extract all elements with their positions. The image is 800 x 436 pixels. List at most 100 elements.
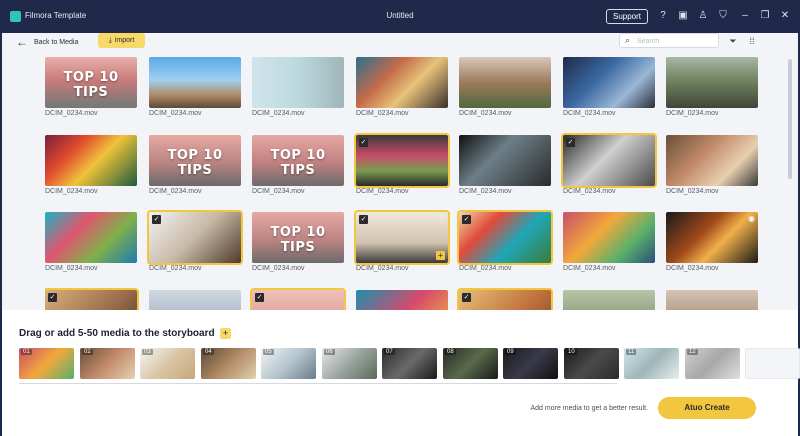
favorite-icon[interactable]: ♡ xyxy=(438,214,445,223)
media-item[interactable]: ✓ xyxy=(252,290,344,311)
media-thumbnail[interactable] xyxy=(356,57,448,108)
media-thumbnail[interactable]: ✓ xyxy=(459,290,551,311)
media-thumbnail[interactable] xyxy=(252,57,344,108)
media-item[interactable]: TOP 10 TIPS DCIM_0234.mov xyxy=(149,135,241,201)
help-icon[interactable]: ? xyxy=(656,9,670,23)
check-icon[interactable]: ✓ xyxy=(462,293,471,302)
import-label: import xyxy=(114,37,135,44)
storyboard-empty-slot[interactable] xyxy=(745,348,800,379)
storyboard-slot[interactable]: 09 xyxy=(503,348,558,379)
media-thumbnail[interactable]: TOP 10 TIPS xyxy=(252,212,344,263)
shirt-icon[interactable]: ⛉ xyxy=(716,9,730,23)
filter-icon[interactable]: ⏷ xyxy=(726,34,740,48)
media-filename: DCIM_0234.mov xyxy=(252,265,305,272)
media-thumbnail[interactable]: ✓ xyxy=(356,135,448,186)
media-thumbnail[interactable] xyxy=(563,57,655,108)
media-item[interactable]: ✓ xyxy=(459,290,551,311)
media-thumbnail[interactable] xyxy=(666,290,758,311)
media-thumbnail[interactable]: ✓ ♡ + xyxy=(356,212,448,263)
add-media-icon[interactable]: + xyxy=(220,328,231,339)
media-item[interactable] xyxy=(149,290,241,311)
close-icon[interactable]: ✕ xyxy=(778,9,792,23)
storyboard-slot[interactable]: 01 xyxy=(19,348,74,379)
view-toggle-icon[interactable]: ⁞⁞ xyxy=(745,34,759,48)
media-item[interactable]: DCIM_0234.mov xyxy=(459,135,551,201)
restore-icon[interactable]: ❐ xyxy=(758,9,772,23)
media-thumbnail[interactable] xyxy=(45,212,137,263)
search-box: ⌕ xyxy=(619,33,719,48)
media-item[interactable] xyxy=(356,290,448,311)
media-item[interactable]: ✓ DCIM_0234.mov xyxy=(563,135,655,201)
check-icon[interactable]: ✓ xyxy=(48,293,57,302)
back-to-media-button[interactable]: ← Back to Media xyxy=(16,34,78,50)
media-thumbnail[interactable] xyxy=(666,135,758,186)
check-icon[interactable]: ✓ xyxy=(255,293,264,302)
storyboard-slot[interactable]: 07 xyxy=(382,348,437,379)
media-item[interactable]: DCIM_0234.mov xyxy=(45,135,137,201)
media-item[interactable]: TOP 10 TIPS DCIM_0234.mov xyxy=(252,135,344,201)
select-circle-icon[interactable]: ◉ xyxy=(748,214,755,223)
check-icon[interactable]: ✓ xyxy=(359,215,368,224)
media-thumbnail[interactable] xyxy=(149,57,241,108)
media-thumbnail[interactable] xyxy=(563,290,655,311)
import-button[interactable]: ⤓ import xyxy=(98,33,145,48)
media-thumbnail[interactable]: ✓ xyxy=(149,212,241,263)
media-thumbnail[interactable] xyxy=(563,212,655,263)
search-input[interactable] xyxy=(637,36,715,46)
media-item[interactable]: DCIM_0234.mov xyxy=(149,57,241,123)
user-icon[interactable]: ♙ xyxy=(696,9,710,23)
media-item[interactable]: DCIM_0234.mov xyxy=(563,57,655,123)
media-item[interactable]: ✓ ♡ + DCIM_0234.mov xyxy=(356,212,448,278)
media-thumbnail[interactable]: ✓ xyxy=(45,290,137,311)
media-item[interactable]: DCIM_0234.mov xyxy=(356,57,448,123)
media-item[interactable] xyxy=(563,290,655,311)
save-icon[interactable]: ▣ xyxy=(676,9,690,23)
media-thumbnail[interactable]: ✓ xyxy=(563,135,655,186)
media-thumbnail[interactable] xyxy=(45,135,137,186)
media-thumbnail[interactable] xyxy=(149,290,241,311)
media-thumbnail[interactable]: ✓ xyxy=(252,290,344,311)
media-thumbnail[interactable] xyxy=(459,135,551,186)
media-thumbnail[interactable] xyxy=(356,290,448,311)
check-icon[interactable]: ✓ xyxy=(566,138,575,147)
media-item[interactable]: ✓ xyxy=(45,290,137,311)
media-item[interactable]: ✓ DCIM_0234.mov xyxy=(149,212,241,278)
media-item[interactable]: DCIM_0234.mov xyxy=(666,135,758,201)
media-item[interactable]: DCIM_0234.mov xyxy=(45,212,137,278)
media-thumbnail[interactable]: ◉ xyxy=(666,212,758,263)
storyboard-slot[interactable]: 08 xyxy=(443,348,498,379)
media-item[interactable]: TOP 10 TIPS DCIM_0234.mov xyxy=(252,212,344,278)
slot-number: 09 xyxy=(505,349,516,355)
media-item[interactable]: DCIM_0234.mov xyxy=(666,57,758,123)
media-item[interactable]: ◉ DCIM_0234.mov xyxy=(666,212,758,278)
minimize-icon[interactable]: – xyxy=(738,9,752,23)
storyboard-slot[interactable]: 05 xyxy=(261,348,316,379)
add-to-storyboard-icon[interactable]: + xyxy=(436,251,445,260)
media-thumbnail[interactable]: TOP 10 TIPS xyxy=(149,135,241,186)
media-item[interactable]: ✓ DCIM_0234.mov xyxy=(356,135,448,201)
storyboard-slot[interactable]: 04 xyxy=(201,348,256,379)
scrollbar[interactable] xyxy=(788,59,792,179)
media-thumbnail[interactable] xyxy=(459,57,551,108)
storyboard-slot[interactable]: 10 xyxy=(564,348,619,379)
media-item[interactable]: DCIM_0234.mov xyxy=(459,57,551,123)
media-thumbnail[interactable]: ✓ xyxy=(459,212,551,263)
media-thumbnail[interactable]: TOP 10 TIPS xyxy=(252,135,344,186)
media-item[interactable]: DCIM_0234.mov xyxy=(252,57,344,123)
check-icon[interactable]: ✓ xyxy=(359,138,368,147)
storyboard-slot[interactable]: 11 xyxy=(624,348,679,379)
auto-create-button[interactable]: Atuo Create xyxy=(658,397,756,419)
check-icon[interactable]: ✓ xyxy=(462,215,471,224)
media-item[interactable]: TOP 10 TIPS DCIM_0234.mov xyxy=(45,57,137,123)
media-item[interactable]: ✓ DCIM_0234.mov xyxy=(459,212,551,278)
storyboard-slot[interactable]: 02 xyxy=(80,348,135,379)
media-thumbnail[interactable] xyxy=(666,57,758,108)
check-icon[interactable]: ✓ xyxy=(152,215,161,224)
storyboard-slot[interactable]: 12 xyxy=(685,348,740,379)
storyboard-slot[interactable]: 03 xyxy=(140,348,195,379)
media-item[interactable]: DCIM_0234.mov xyxy=(563,212,655,278)
media-item[interactable] xyxy=(666,290,758,311)
storyboard-slot[interactable]: 06 xyxy=(322,348,377,379)
media-thumbnail[interactable]: TOP 10 TIPS xyxy=(45,57,137,108)
support-button[interactable]: Support xyxy=(606,9,648,24)
